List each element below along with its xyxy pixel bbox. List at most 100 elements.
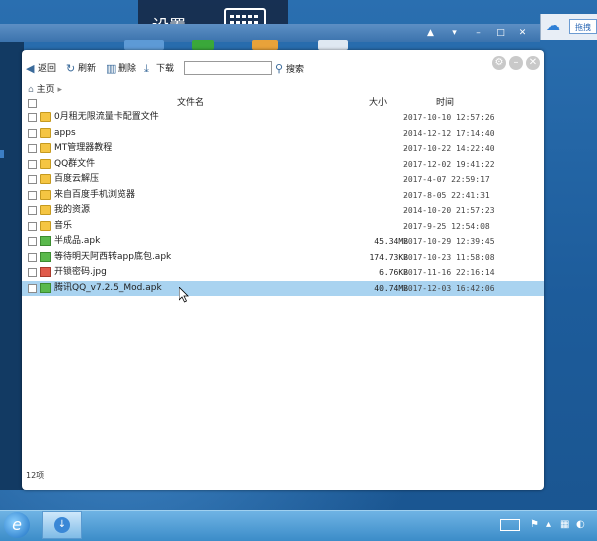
folder-icon [40, 143, 51, 153]
download-button[interactable]: ⤓ 下载 [144, 62, 174, 76]
file-row[interactable]: 腾讯QQ_v7.2.5_Mod.apk 40.74MB 2017-12-03 16:… [22, 280, 544, 296]
file-time: 2017-4-07 22:59:17 [403, 175, 490, 184]
row-checkbox[interactable] [28, 206, 37, 215]
app-tile[interactable] [124, 40, 164, 50]
file-time: 2017-9-25 12:54:08 [403, 221, 490, 231]
back-arrow-icon: ◀ [26, 62, 35, 75]
file-name[interactable]: 0月租无限流量卡配置文件 [54, 110, 159, 125]
row-checkbox[interactable] [28, 268, 37, 277]
close-window-icon[interactable]: ✕ [516, 28, 529, 39]
folder-icon [40, 174, 51, 184]
row-checkbox[interactable] [28, 237, 37, 246]
file-name[interactable]: QQ群文件 [54, 157, 95, 172]
file-name[interactable]: 腾讯QQ_v7.2.5_Mod.apk [54, 281, 162, 296]
tray-keyboard-icon[interactable] [500, 519, 520, 531]
settings-circle-icon[interactable]: ⚙ [492, 56, 506, 70]
magnifier-icon: ⚲ [275, 62, 284, 75]
taskbar-app-button[interactable]: ↓ [42, 511, 82, 539]
apk-file-icon [40, 282, 51, 293]
file-row[interactable]: QQ群文件 -2017-12-02 19:41:22 [22, 157, 544, 172]
file-time: 2014-12-12 17:14:40 [403, 128, 495, 138]
file-name[interactable]: 音乐 [54, 219, 72, 234]
column-size[interactable]: 大小 [369, 96, 387, 110]
home-icon: ⌂ [28, 85, 34, 95]
minimize-circle-icon[interactable]: – [509, 56, 523, 70]
tray-flag-icon[interactable]: ⚑ [530, 519, 539, 531]
row-checkbox[interactable] [28, 175, 37, 184]
file-name[interactable]: 我的资源 [54, 203, 90, 218]
file-manager-dialog: ◀ 返回 ↻ 刷新 ▥ 删除 ⤓ 下载 ⚲ 搜索 ⚙ – ✕ ⌂ 主页 ▸ 文件名 大小 … [22, 50, 544, 490]
file-name[interactable]: 百度云解压 [54, 172, 99, 187]
breadcrumb-home[interactable]: 主页 [37, 85, 55, 95]
download-icon: ⤓ [144, 62, 149, 75]
file-name[interactable]: 半成品.apk [54, 234, 100, 249]
file-row[interactable]: 半成品.apk 45.34MB 2017-10-29 12:39:45 [22, 234, 544, 249]
search-button[interactable]: ⚲ 搜索 [275, 62, 304, 76]
file-row[interactable]: apps -2014-12-12 17:14:40 [22, 126, 544, 141]
tray-network-icon[interactable]: ▦ [560, 519, 569, 531]
file-time: 2017-10-23 11:58:08 [403, 252, 495, 262]
toolbar: ◀ 返回 ↻ 刷新 ▥ 删除 ⤓ 下载 ⚲ 搜索 ⚙ – ✕ [22, 50, 544, 84]
back-button[interactable]: ◀ 返回 [26, 62, 56, 76]
file-row[interactable]: 我的资源 -2014-10-20 21:57:23 [22, 203, 544, 218]
file-time: 2017-10-29 12:39:45 [403, 237, 495, 246]
select-all-checkbox[interactable] [28, 99, 37, 108]
app-tile[interactable] [192, 40, 214, 50]
download-app-icon: ↓ [54, 517, 70, 533]
file-time: 2017-10-10 12:57:26 [403, 113, 495, 122]
search-input[interactable] [184, 61, 272, 75]
row-checkbox[interactable] [28, 113, 37, 122]
file-row[interactable]: 百度云解压 -2017-4-07 22:59:17 [22, 172, 544, 187]
pin-icon[interactable]: ▲ [424, 28, 437, 39]
file-time: 2017-8-05 22:41:31 [403, 190, 490, 200]
file-time: 2017-11-16 22:16:14 [403, 268, 495, 277]
row-checkbox[interactable] [28, 221, 37, 231]
app-tile[interactable] [252, 40, 278, 50]
maximize-icon[interactable]: □ [494, 28, 507, 39]
refresh-button[interactable]: ↻ 刷新 [66, 62, 96, 76]
minimize-icon[interactable]: – [472, 28, 485, 39]
folder-icon [40, 112, 51, 122]
chevron-right-icon: ▸ [57, 85, 63, 95]
file-time: 2017-12-03 16:42:06 [403, 283, 495, 293]
file-row[interactable]: 等待明天阿西转app底包.apk 174.73KB 2017-10-23 11:58… [22, 250, 544, 265]
file-name[interactable]: 等待明天阿西转app底包.apk [54, 250, 171, 265]
emulator-side-panel [0, 42, 24, 490]
column-header-row: 文件名 大小 时间 [22, 96, 544, 110]
row-checkbox[interactable] [28, 128, 37, 138]
row-checkbox[interactable] [28, 252, 37, 262]
file-time: 2014-10-20 21:57:23 [403, 206, 495, 215]
host-drag-button[interactable]: 拖拽 [569, 19, 597, 34]
file-name[interactable]: 来自百度手机浏览器 [54, 188, 135, 203]
ie-browser-icon[interactable]: e [4, 512, 30, 538]
delete-button[interactable]: ▥ 删除 [106, 62, 136, 76]
tray-volume-icon[interactable]: ◐ [576, 519, 585, 531]
file-row[interactable]: MT管理器教程 -2017-10-22 14:22:40 [22, 141, 544, 156]
mouse-cursor-icon [179, 287, 189, 303]
side-indicator [0, 150, 4, 158]
apk-file-icon [40, 251, 51, 262]
row-checkbox[interactable] [28, 283, 37, 293]
file-name[interactable]: MT管理器教程 [54, 141, 112, 156]
column-name[interactable]: 文件名 [177, 96, 204, 110]
column-time[interactable]: 时间 [436, 96, 454, 110]
folder-icon [40, 189, 51, 200]
image-file-icon [40, 267, 51, 277]
file-time: 2017-10-22 14:22:40 [403, 144, 495, 153]
row-checkbox[interactable] [28, 159, 37, 169]
app-tile[interactable] [318, 40, 348, 50]
dropdown-icon[interactable]: ▾ [448, 28, 461, 39]
file-row[interactable]: 0月租无限流量卡配置文件 -2017-10-10 12:57:26 [22, 110, 544, 125]
row-checkbox[interactable] [28, 144, 37, 153]
breadcrumb[interactable]: ⌂ 主页 ▸ [28, 84, 62, 96]
tray-arrow-icon[interactable]: ▴ [546, 519, 551, 531]
file-row[interactable]: 来自百度手机浏览器 -2017-8-05 22:41:31 [22, 188, 544, 203]
refresh-icon: ↻ [66, 62, 76, 75]
close-circle-icon[interactable]: ✕ [526, 56, 540, 70]
row-checkbox[interactable] [28, 190, 37, 200]
file-row[interactable]: 开锁密码.jpg 6.76KB 2017-11-16 22:16:14 [22, 265, 544, 280]
file-name[interactable]: 开锁密码.jpg [54, 265, 107, 280]
file-name[interactable]: apps [54, 126, 76, 141]
file-row[interactable]: 音乐 -2017-9-25 12:54:08 [22, 219, 544, 234]
item-count: 12项 [26, 471, 45, 480]
